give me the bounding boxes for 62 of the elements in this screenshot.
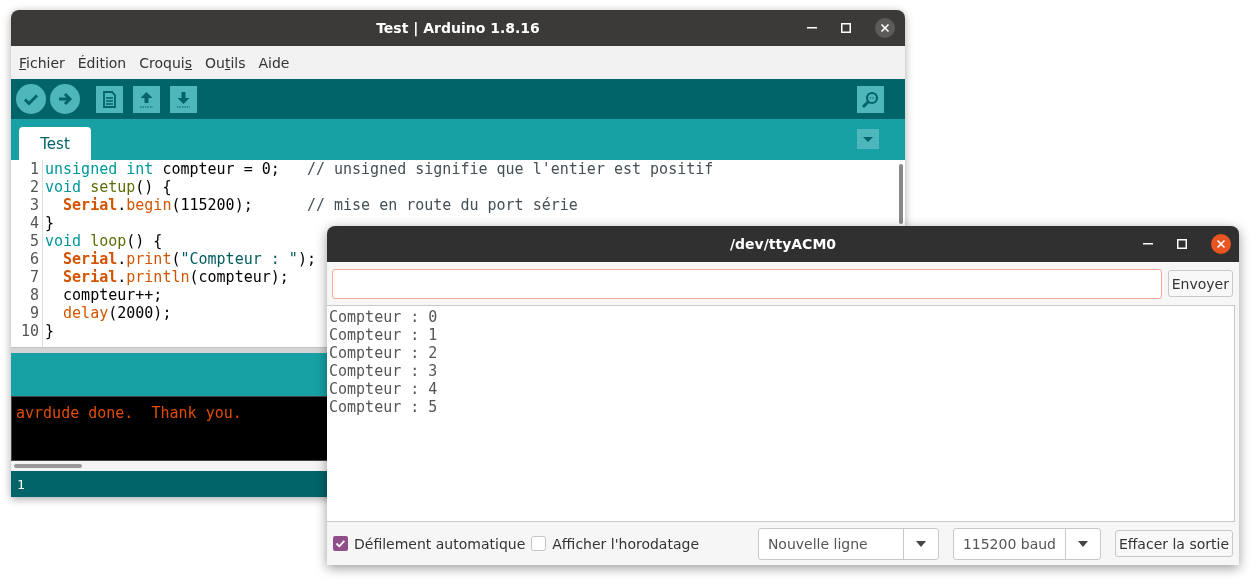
- menu-item[interactable]: Édition: [77, 54, 127, 71]
- output-line: Compteur : 5: [329, 398, 438, 416]
- code-line: }: [45, 322, 55, 340]
- output-line: Compteur : 3: [329, 362, 438, 380]
- line-number: 5: [28, 232, 39, 250]
- output-line: Compteur : 2: [329, 344, 438, 362]
- line-indicator: 1: [17, 476, 25, 492]
- code-line: delay(2000);: [62, 304, 172, 322]
- output-line: Compteur : 0: [329, 308, 438, 326]
- console-line: avrdude done. Thank you.: [16, 404, 242, 422]
- maximize-icon[interactable]: [841, 23, 851, 33]
- save-button[interactable]: [170, 85, 197, 113]
- line-number: 9: [28, 304, 39, 322]
- line-number: 3: [28, 196, 39, 214]
- scrollbar[interactable]: [14, 464, 82, 468]
- upload-button[interactable]: [50, 84, 80, 114]
- serial-monitor-button[interactable]: [857, 85, 884, 113]
- verify-button[interactable]: [16, 84, 46, 114]
- line-number: 10: [19, 322, 39, 340]
- close-icon[interactable]: [875, 18, 895, 38]
- tab-menu-button[interactable]: [857, 129, 879, 149]
- input-field[interactable]: [332, 268, 1162, 299]
- checkbox-label: Afficher l'horodatage: [552, 535, 699, 552]
- line-number: 8: [28, 286, 39, 304]
- scrollbar[interactable]: [899, 164, 903, 224]
- code-line: Serial.print("Compteur : ");: [62, 250, 316, 268]
- clear-button[interactable]: Effacer la sortie: [1114, 530, 1233, 557]
- code-line: compteur++;: [62, 286, 163, 304]
- code-line: void loop() {: [45, 232, 163, 250]
- line-number: 7: [28, 268, 39, 286]
- line-number: 6: [28, 250, 39, 268]
- minimize-icon[interactable]: [1143, 243, 1153, 245]
- code-line: void setup() {: [45, 178, 172, 196]
- menu-item[interactable]: Aide: [258, 54, 290, 71]
- menu-item[interactable]: Outils: [204, 54, 246, 71]
- menu-item[interactable]: Croquis: [139, 54, 192, 71]
- line-number: 4: [28, 214, 39, 232]
- code-line: }: [45, 214, 55, 232]
- checkbox[interactable]: [333, 536, 348, 551]
- output-line: Compteur : 4: [329, 380, 438, 398]
- code-line: Serial.println(compteur);: [62, 268, 289, 286]
- send-button[interactable]: Envoyer: [1167, 270, 1233, 297]
- dropdown[interactable]: 115200 baud: [952, 527, 1101, 560]
- minimize-icon[interactable]: [807, 27, 817, 29]
- code-line: unsigned int compteur = 0; // unsigned signifie que l'entier est positif: [45, 160, 714, 178]
- window-title: /dev/ttyACM0: [729, 236, 837, 252]
- menu-item[interactable]: Fichier: [19, 54, 65, 71]
- checkbox[interactable]: [531, 536, 547, 551]
- dropdown[interactable]: Nouvelle ligne: [757, 527, 939, 560]
- checkbox-label: Défilement automatique: [354, 535, 526, 552]
- window-title: Test | Arduino 1.8.16: [376, 20, 540, 36]
- close-icon[interactable]: [1211, 234, 1231, 254]
- tab[interactable]: Test: [19, 127, 91, 160]
- line-number: 1: [28, 160, 39, 178]
- line-number: 2: [28, 178, 39, 196]
- open-button[interactable]: [133, 85, 160, 113]
- output-line: Compteur : 1: [329, 326, 438, 344]
- caret-icon: [1077, 540, 1088, 547]
- maximize-icon[interactable]: [1177, 239, 1187, 249]
- caret-icon: [915, 540, 926, 547]
- new-file-button[interactable]: [96, 85, 123, 113]
- code-line: Serial.begin(115200); // mise en route du port série: [62, 196, 578, 214]
